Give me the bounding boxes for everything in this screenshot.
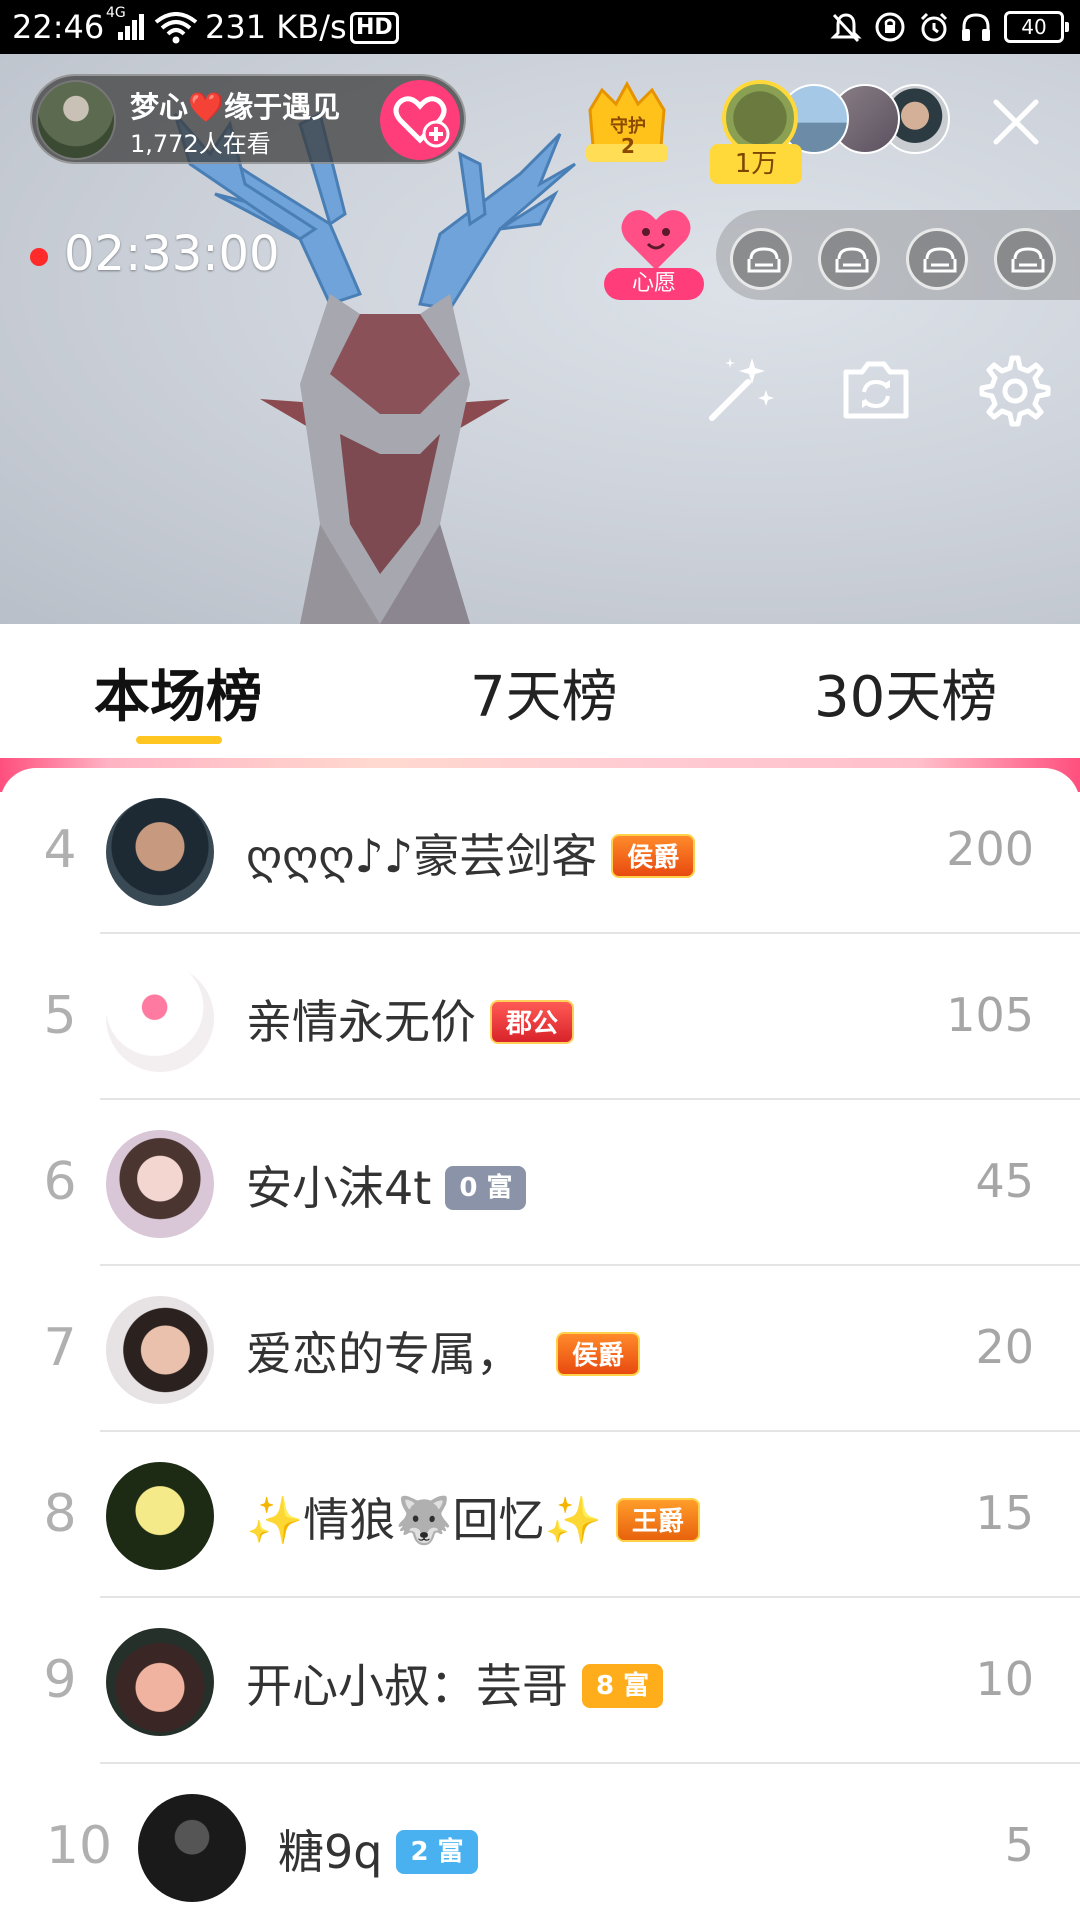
- score: 10: [975, 1652, 1034, 1706]
- streamer-avatar[interactable]: [36, 80, 116, 160]
- rank-number: 9: [43, 1650, 77, 1710]
- user-name[interactable]: ✨情狼🐺回忆✨ 王爵: [246, 1484, 700, 1550]
- avatar[interactable]: [106, 1628, 214, 1736]
- user-name[interactable]: 亲情永无价 郡公: [246, 986, 575, 1052]
- list-item[interactable]: 6 安小沫4t 0 富 45: [0, 1100, 1080, 1266]
- status-bar: 22:46 4G 231 KB/s HD 40: [0, 0, 1080, 54]
- close-icon[interactable]: [990, 96, 1042, 148]
- tab-current-session[interactable]: 本场榜: [94, 652, 262, 733]
- score: 5: [1004, 1818, 1034, 1872]
- battery-icon: 40: [1004, 11, 1069, 43]
- avatar[interactable]: [106, 1296, 214, 1404]
- list-item[interactable]: 5 亲情永无价 郡公 105: [0, 934, 1080, 1100]
- user-name[interactable]: 爱恋的专属， 侯爵: [246, 1318, 641, 1384]
- avatar[interactable]: [106, 964, 214, 1072]
- user-name[interactable]: 开心小叔：芸哥 8 富: [246, 1650, 664, 1716]
- list-item[interactable]: 10 糖9q 2 富 5: [0, 1764, 1080, 1920]
- live-duration: 02:33:00: [64, 226, 280, 282]
- empty-seat[interactable]: [994, 228, 1056, 290]
- user-name-text: ✨情狼🐺回忆✨: [246, 1493, 602, 1547]
- user-name[interactable]: 安小沫4t 0 富: [246, 1152, 527, 1218]
- user-name-text: 亲情永无价: [246, 995, 476, 1049]
- settings-gear-icon[interactable]: [972, 350, 1052, 430]
- viewer-count: 1,772人在看: [130, 130, 271, 158]
- user-name-text: 安小沫4t: [246, 1161, 432, 1215]
- streamer-name: 梦心❤️缘于遇见: [130, 90, 341, 124]
- rank-badge: 侯爵: [556, 1331, 641, 1376]
- heart-plus-icon: [393, 96, 450, 148]
- user-name-text: 爱恋的专属，: [246, 1327, 522, 1381]
- streamer-info[interactable]: 梦心❤️缘于遇见 1,772人在看: [30, 74, 466, 164]
- rotation-lock-icon: [875, 12, 905, 42]
- live-video[interactable]: 梦心❤️缘于遇见 1,772人在看 守护 2 1万 02:33:00 心愿: [0, 54, 1080, 624]
- score: 20: [975, 1320, 1034, 1374]
- ranking-tabs: 本场榜 7天榜 30天榜: [0, 624, 1080, 764]
- rank-number: 4: [43, 820, 77, 880]
- guard-count: 2: [621, 134, 635, 158]
- tab-30-days[interactable]: 30天榜: [814, 652, 997, 733]
- live-dot: [30, 248, 48, 266]
- wifi-icon: [154, 12, 198, 44]
- network-speed: 231 KB/s: [205, 8, 347, 46]
- user-name-text: ღღღ♪♪豪芸剑客: [246, 829, 598, 883]
- status-time: 22:46: [12, 8, 105, 46]
- score: 15: [975, 1486, 1034, 1540]
- user-name[interactable]: ღღღ♪♪豪芸剑客 侯爵: [246, 820, 696, 886]
- sofa-icon: [747, 247, 781, 273]
- rank-number: 8: [43, 1484, 77, 1544]
- list-item[interactable]: 7 爱恋的专属， 侯爵 20: [0, 1266, 1080, 1432]
- signal-icon: [118, 14, 144, 40]
- rank-number: 10: [45, 1816, 113, 1876]
- follow-button[interactable]: [380, 80, 460, 160]
- hd-icon: HD: [350, 12, 399, 44]
- rank-number: 5: [43, 986, 77, 1046]
- list-item[interactable]: 9 开心小叔：芸哥 8 富 10: [0, 1598, 1080, 1764]
- avatar[interactable]: [106, 798, 214, 906]
- magic-wand-icon[interactable]: [700, 350, 780, 430]
- list-item[interactable]: 4 ღღღ♪♪豪芸剑客 侯爵 200: [0, 768, 1080, 934]
- sofa-icon: [1011, 247, 1045, 273]
- rank-number: 7: [43, 1318, 77, 1378]
- empty-seat[interactable]: [818, 228, 880, 290]
- wish-label[interactable]: 心愿: [604, 268, 704, 300]
- rank-number: 6: [43, 1152, 77, 1212]
- user-name[interactable]: 糖9q 2 富: [278, 1816, 478, 1882]
- rank-badge: 王爵: [615, 1497, 700, 1542]
- mute-icon: [830, 13, 862, 43]
- tab-7-days[interactable]: 7天榜: [470, 652, 618, 733]
- sofa-icon: [835, 247, 869, 273]
- fans-count-badge: 1万: [710, 144, 802, 184]
- empty-seat[interactable]: [906, 228, 968, 290]
- battery-level: 40: [1021, 15, 1047, 39]
- rank-badge: 0 富: [445, 1165, 527, 1210]
- ranking-list[interactable]: 4 ღღღ♪♪豪芸剑客 侯爵 200 5 亲情永无价 郡公 105 6 安小沫4t 0…: [0, 768, 1080, 1920]
- active-tab-indicator: [136, 736, 222, 744]
- user-name-text: 开心小叔：芸哥: [246, 1659, 568, 1713]
- user-name-text: 糖9q: [278, 1825, 383, 1879]
- guard-label: 守护: [610, 116, 646, 137]
- list-item[interactable]: 8 ✨情狼🐺回忆✨ 王爵 15: [0, 1432, 1080, 1598]
- rank-badge: 侯爵: [611, 833, 696, 878]
- rank-badge: 2 富: [396, 1829, 478, 1874]
- flip-camera-icon[interactable]: [836, 350, 916, 430]
- sofa-icon: [923, 247, 957, 273]
- score: 45: [975, 1154, 1034, 1208]
- rank-badge: 郡公: [490, 999, 575, 1044]
- avatar[interactable]: [138, 1794, 246, 1902]
- score: 105: [946, 988, 1034, 1042]
- score: 200: [946, 822, 1034, 876]
- alarm-icon: [920, 12, 948, 42]
- avatar[interactable]: [106, 1130, 214, 1238]
- headphones-icon: [962, 13, 990, 41]
- avatar[interactable]: [106, 1462, 214, 1570]
- rank-badge: 8 富: [582, 1663, 664, 1708]
- empty-seat[interactable]: [730, 228, 792, 290]
- wish-heart-icon[interactable]: [616, 202, 696, 274]
